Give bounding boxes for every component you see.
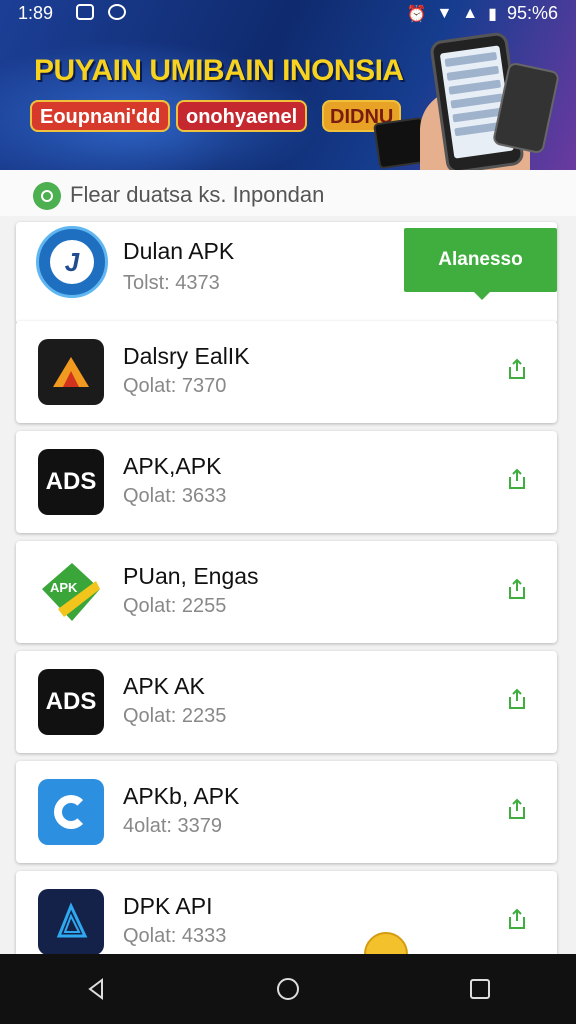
wifi-icon: ▼ (436, 4, 453, 22)
svg-text:APK: APK (50, 580, 78, 595)
download-icon[interactable] (505, 357, 529, 381)
home-icon (277, 978, 299, 1000)
app-title: Dalsry EalIK (123, 343, 250, 369)
green-apk-app-icon: APK (38, 559, 104, 625)
search-text: Flear duatsa ks. Inpondan (70, 182, 325, 207)
banner-pill-1: Eoupnani'dd (30, 100, 171, 132)
battery-icon: ▮ (488, 5, 497, 23)
app-subtitle: Qolat: 2235 (123, 705, 227, 727)
battery-percent: 95:%6 (506, 3, 558, 23)
app-subtitle: Tolst: 4373 (123, 272, 220, 294)
app-subtitle: 4olat: 3379 (123, 815, 222, 837)
app-title: APK,APK (123, 453, 222, 479)
app-title: APK AK (123, 673, 205, 699)
status-bar: 1:89 ⏰ ▼ ▲ ▮ 95:%6 (0, 0, 576, 26)
app-card-2[interactable]: Dalsry EalIK Qolat: 7370 (16, 321, 557, 423)
app-subtitle: Qolat: 3633 (123, 485, 227, 507)
blue-circle-app-icon: J (36, 226, 108, 298)
install-button[interactable]: Alanesso (404, 228, 557, 300)
app-subtitle: Qolat: 4333 (123, 925, 227, 947)
app-card-5[interactable]: ADS APK AK Qolat: 2235 (16, 651, 557, 753)
recents-icon (470, 979, 490, 999)
app-title: PUan, Engas (123, 563, 259, 589)
navigation-bar (0, 954, 576, 1024)
notification-icon (108, 4, 126, 20)
app-title: DPK API (123, 893, 213, 919)
banner-pill-2: onohyaenel (176, 100, 308, 132)
app-card-3[interactable]: ADS APK,APK Qolat: 3633 (16, 431, 557, 533)
black-ads-red-app-icon: ADS (38, 669, 104, 735)
app-subtitle: Qolat: 2255 (123, 595, 227, 617)
download-icon[interactable] (505, 687, 529, 711)
download-icon[interactable] (505, 467, 529, 491)
app-card-6[interactable]: APKb, APK 4olat: 3379 (16, 761, 557, 863)
app-subtitle: Qolat: 7370 (123, 375, 227, 397)
signal-icon: ▲ (462, 4, 479, 22)
message-icon (76, 4, 94, 20)
download-icon[interactable] (505, 577, 529, 601)
app-title: APKb, APK (123, 783, 240, 809)
black-ads-app-icon: ADS (38, 449, 104, 515)
search-row[interactable]: Flear duatsa ks. Inpondan (0, 170, 576, 216)
alarm-icon: ⏰ (406, 5, 427, 23)
banner-headline: PUYAIN UMIBAIN INONSIA (34, 54, 404, 87)
app-card-1[interactable]: J Dulan APK Tolst: 4373 Alanesso (16, 222, 557, 324)
status-time: 1:89 (18, 3, 54, 23)
home-button[interactable] (258, 959, 318, 1019)
recents-button[interactable] (450, 959, 510, 1019)
blue-c-app-icon (38, 779, 104, 845)
orange-triangle-app-icon (38, 339, 104, 405)
download-icon[interactable] (505, 907, 529, 931)
app-title: Dulan APK (123, 238, 235, 264)
app-card-4[interactable]: APK PUan, Engas Qolat: 2255 (16, 541, 557, 643)
back-button[interactable] (66, 959, 126, 1019)
navy-triangle-app-icon (38, 889, 104, 955)
download-icon[interactable] (505, 797, 529, 821)
back-icon (88, 978, 103, 1000)
app-logo-icon (33, 182, 61, 210)
